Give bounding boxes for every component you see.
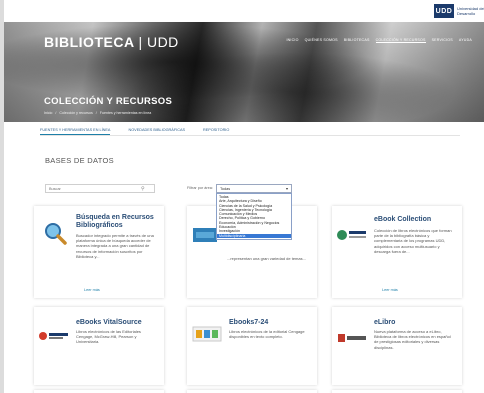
nav-item-quienes-somos[interactable]: Quiénes somos — [305, 38, 338, 43]
card-description: Nueva plataforma de acceso a eLibro, Bib… — [374, 329, 451, 350]
card-title[interactable]: eBooks VitalSource — [76, 319, 158, 327]
area-filter-value: Todas — [220, 186, 231, 191]
page-title: COLECCIÓN Y RECURSOS — [44, 96, 173, 107]
main-nav: Inicio Quiénes somos Bibliotecas Colecci… — [286, 38, 472, 43]
area-filter-select[interactable]: Todas ▾ — [216, 184, 292, 193]
udd-logo-text: Universidad del Desarrollo — [457, 6, 484, 16]
card-description: Libros electrónicos de la editorial Ceng… — [229, 329, 305, 340]
read-more-link[interactable]: Leer más — [382, 288, 398, 292]
card-description: Libros electrónicos de las Editoriales C… — [76, 329, 141, 345]
card-description: Colección de libros electrónicos que for… — [374, 228, 452, 254]
card-title[interactable]: eLibro — [374, 319, 456, 327]
filter-label: Filtrar por área: — [187, 186, 213, 190]
database-logo — [193, 228, 217, 242]
nav-item-servicios[interactable]: Servicios — [432, 38, 453, 43]
hero-banner: BIBLIOTECA | UDD Inicio Quiénes somos Bi… — [4, 22, 484, 122]
card-title[interactable]: Búsqueda en Recursos Bibliográficos — [76, 214, 158, 230]
database-card[interactable]: eBook Collection Colección de libros ele… — [332, 206, 462, 298]
search-box: ⚲ — [45, 184, 155, 193]
udd-logo-mark: UDD — [434, 4, 454, 18]
card-description: Buscador integrado permite a través de u… — [76, 233, 154, 259]
brand-suffix: | UDD — [138, 34, 179, 50]
search-input[interactable] — [46, 185, 141, 192]
tab-fuentes[interactable]: Fuentes y herramientas en línea — [40, 126, 111, 135]
card-description: ...representan una gran variedad de tema… — [227, 256, 306, 261]
search-icon[interactable]: ⚲ — [141, 186, 145, 192]
breadcrumb-sep: / — [95, 111, 97, 115]
ebsco-logo — [336, 224, 368, 246]
database-card[interactable]: Ebooks7-24 Libros electrónicos de la edi… — [187, 307, 317, 385]
magnifier-icon — [42, 222, 68, 245]
elibro-logo — [336, 327, 368, 349]
database-card[interactable]: eBooks VitalSource Libros electrónicos d… — [34, 307, 164, 385]
nav-item-inicio[interactable]: Inicio — [286, 38, 298, 43]
dropdown-option[interactable]: Multidisciplinaria — [217, 233, 291, 238]
breadcrumb-sep: / — [55, 111, 57, 115]
ebooks724-logo — [191, 323, 223, 345]
nav-item-bibliotecas[interactable]: Bibliotecas — [344, 38, 370, 43]
tab-repositorio[interactable]: Repositorio — [203, 126, 229, 135]
vitalsource-logo — [38, 325, 70, 347]
nav-item-coleccion[interactable]: Colección y recursos — [375, 38, 426, 43]
tab-novedades[interactable]: Novedades bibliográficas — [128, 126, 185, 135]
card-title[interactable]: eBook Collection — [374, 216, 456, 224]
udd-logo[interactable]: UDD Universidad del Desarrollo — [434, 3, 484, 19]
breadcrumb-home[interactable]: Inicio — [44, 111, 52, 115]
nav-item-ayuda[interactable]: Ayuda — [459, 38, 472, 43]
chevron-down-icon: ▾ — [285, 186, 288, 191]
breadcrumb-coleccion[interactable]: Colección y recursos — [59, 111, 92, 115]
section-title: BASES DE DATOS — [45, 156, 114, 165]
card-title[interactable]: Ebooks7-24 — [229, 319, 311, 327]
database-card[interactable]: Búsqueda en Recursos Bibliográficos Busc… — [34, 206, 164, 298]
breadcrumb: Inicio / Colección y recursos / Fuentes … — [44, 111, 151, 115]
area-filter-dropdown: Todas Arte, Arquitectura y Diseño Cienci… — [216, 193, 292, 240]
database-card[interactable]: eLibro Nueva plataforma de acceso a eLib… — [332, 307, 462, 385]
breadcrumb-current: Fuentes y herramientas en línea — [99, 111, 152, 115]
brand-name: BIBLIOTECA — [44, 34, 135, 50]
top-bar: UDD Universidad del Desarrollo — [4, 0, 484, 22]
read-more-link[interactable]: Leer más — [84, 288, 100, 292]
section-tabs: Fuentes y herramientas en línea Novedade… — [40, 126, 460, 136]
site-brand[interactable]: BIBLIOTECA | UDD — [44, 34, 179, 50]
